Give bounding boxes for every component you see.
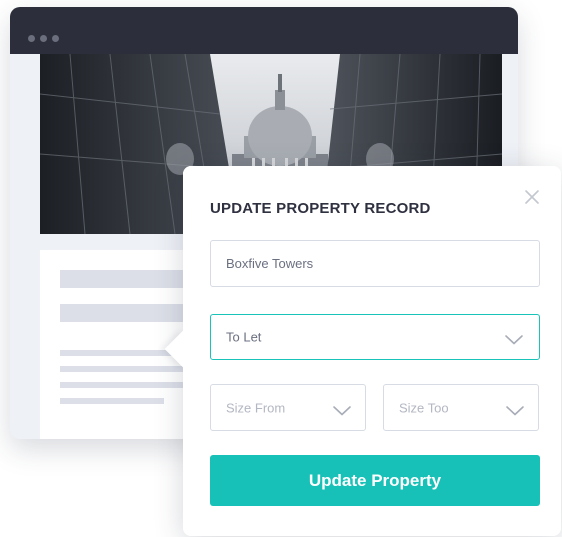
status-select-value: To Let: [226, 329, 262, 345]
window-dot-icon: [28, 35, 35, 42]
chevron-down-icon: [333, 403, 351, 415]
placeholder-heading: [60, 304, 200, 322]
size-from-placeholder: Size From: [226, 400, 286, 415]
property-name-field[interactable]: [210, 240, 540, 287]
close-icon[interactable]: [523, 188, 541, 206]
browser-titlebar: [10, 7, 518, 54]
modal-title: UPDATE PROPERTY RECORD: [210, 200, 431, 217]
size-to-select[interactable]: Size Too: [383, 384, 539, 431]
update-property-button[interactable]: Update Property: [210, 455, 540, 506]
placeholder-heading: [60, 270, 200, 288]
chevron-down-icon: [506, 403, 524, 415]
size-to-placeholder: Size Too: [399, 400, 449, 415]
chevron-down-icon: [505, 332, 523, 345]
placeholder-line: [60, 398, 164, 404]
modal-body: UPDATE PROPERTY RECORD To Let Size From: [183, 166, 561, 536]
placeholder-line: [60, 382, 200, 388]
update-property-modal: UPDATE PROPERTY RECORD To Let Size From: [164, 166, 561, 536]
window-dot-icon: [40, 35, 47, 42]
status-select[interactable]: To Let: [210, 314, 540, 360]
size-from-select[interactable]: Size From: [210, 384, 366, 431]
placeholder-line: [60, 366, 200, 372]
window-dot-icon: [52, 35, 59, 42]
property-name-input[interactable]: [211, 241, 539, 286]
